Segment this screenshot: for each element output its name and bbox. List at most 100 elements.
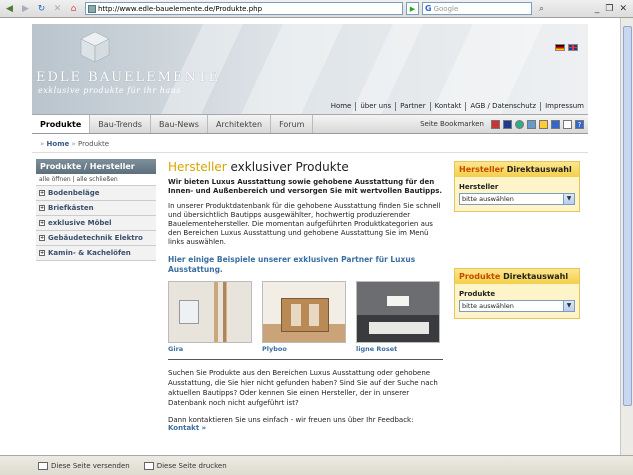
partner-image[interactable] <box>356 281 440 343</box>
breadcrumb-home[interactable]: Home <box>47 140 70 148</box>
help-icon[interactable]: ? <box>575 119 584 129</box>
plus-icon: + <box>39 190 45 196</box>
sidebar-title: Produkte / Hersteller <box>36 159 156 174</box>
partner-image[interactable] <box>168 281 252 343</box>
sidebar-item-moebel[interactable]: + exklusive Möbel <box>36 216 156 231</box>
produkte-select-value: bitte auswählen <box>462 302 514 310</box>
scroll-thumb[interactable] <box>623 26 632 406</box>
tab-bau-news[interactable]: Bau-News <box>151 115 208 133</box>
lead-text: Wir bieten Luxus Ausstattung sowie gehob… <box>168 178 443 195</box>
produkte-box-title: Produkte Direktauswahl <box>455 269 579 284</box>
sidebar: Produkte / Hersteller alle öffnen | alle… <box>36 159 156 261</box>
produkte-label: Produkte <box>459 290 496 298</box>
topnav-partner[interactable]: Partner <box>395 102 429 111</box>
sidebar-item-label: Bodenbeläge <box>48 189 100 197</box>
topnav-ueber-uns[interactable]: über uns <box>355 102 395 111</box>
bookmarks-label: Seite Bookmarken <box>420 120 484 128</box>
bookmark-oneview-icon[interactable] <box>539 119 548 129</box>
contact-text: Dann kontaktieren Sie uns einfach - wir … <box>168 416 414 424</box>
home-icon[interactable]: ⌂ <box>67 2 80 15</box>
bookmark-yigg-icon[interactable] <box>527 119 536 129</box>
topnav-home[interactable]: Home <box>327 102 356 111</box>
partner-thumbs: Gira Plyboo ligne Roset <box>168 281 443 353</box>
sidebar-item-bodenbelaege[interactable]: + Bodenbeläge <box>36 186 156 201</box>
forward-icon[interactable]: ▶ <box>19 2 32 15</box>
search-icon[interactable]: ⌕ <box>535 2 548 15</box>
tab-bau-trends[interactable]: Bau-Trends <box>90 115 151 133</box>
tab-produkte[interactable]: Produkte <box>32 115 91 133</box>
hersteller-box: Hersteller Direktauswahl Hersteller bitt… <box>454 161 580 212</box>
contact-link[interactable]: Kontakt » <box>168 424 206 432</box>
sidebar-item-kamin[interactable]: + Kamin- & Kachelöfen <box>36 246 156 261</box>
reload-icon[interactable]: ↻ <box>35 2 48 15</box>
send-page-label: Diese Seite versenden <box>51 461 130 470</box>
breadcrumb-arrow-icon: » <box>40 140 45 148</box>
back-icon[interactable]: ◀ <box>3 2 16 15</box>
sidebar-item-label: exklusive Möbel <box>48 219 112 227</box>
de-flag-icon[interactable] <box>555 44 565 51</box>
hersteller-label: Hersteller <box>459 183 499 191</box>
produkte-box: Produkte Direktauswahl Produkte bitte au… <box>454 268 580 319</box>
chevron-down-icon[interactable]: ▼ <box>563 194 574 204</box>
bookmark-google-icon[interactable] <box>563 119 572 129</box>
topnav-impressum[interactable]: Impressum <box>540 102 588 111</box>
search-input[interactable]: G Google <box>422 2 532 15</box>
partner-caption[interactable]: Plyboo <box>262 345 346 353</box>
bookmark-webnews-icon[interactable] <box>515 119 524 129</box>
logo-name[interactable]: EDLE BAUELEMENTE <box>36 70 220 85</box>
bookmarks: Seite Bookmarken ? <box>420 115 588 133</box>
top-nav: Home über uns Partner Kontakt AGB / Date… <box>327 102 588 111</box>
produkte-select[interactable]: bitte auswählen ▼ <box>459 300 575 312</box>
search-hint-text: Suchen Sie Produkte aus den Bereichen Lu… <box>168 369 438 407</box>
plus-icon: + <box>39 205 45 211</box>
language-flags <box>555 44 578 51</box>
close-icon[interactable]: ✕ <box>619 4 627 14</box>
minimize-icon[interactable]: _ <box>595 4 600 14</box>
topnav-kontakt[interactable]: Kontakt <box>429 102 466 111</box>
main-nav: Produkte Bau-Trends Bau-News Architekten… <box>32 114 588 134</box>
google-logo-icon: G <box>425 4 432 13</box>
content-divider <box>168 359 443 360</box>
site-header: EDLE BAUELEMENTE exklusive produkte für … <box>32 24 588 114</box>
page-viewport: EDLE BAUELEMENTE exklusive produkte für … <box>0 18 620 455</box>
send-page-action[interactable]: Diese Seite versenden <box>38 461 130 470</box>
sidebar-toggle[interactable]: alle öffnen | alle schließen <box>36 174 156 186</box>
print-page-action[interactable]: Diese Seite drucken <box>143 461 227 470</box>
breadcrumb-arrow-icon: » <box>71 140 76 148</box>
partner-plyboo[interactable]: Plyboo <box>262 281 346 353</box>
partners-heading: Hier einige Beispiele unserer exklusiven… <box>168 255 416 274</box>
partner-gira[interactable]: Gira <box>168 281 252 353</box>
bookmark-delicious-icon[interactable] <box>551 119 560 129</box>
logo-slogan: exklusive produkte für ihr haus <box>38 86 181 95</box>
chevron-down-icon[interactable]: ▼ <box>563 301 574 311</box>
envelope-icon <box>38 461 48 470</box>
plus-icon: + <box>39 250 45 256</box>
partner-caption[interactable]: Gira <box>168 345 252 353</box>
bookmark-uk-icon[interactable] <box>503 119 512 129</box>
hersteller-select[interactable]: bitte auswählen ▼ <box>459 193 575 205</box>
site-container: EDLE BAUELEMENTE exklusive produkte für … <box>32 24 588 153</box>
partner-ligne-roset[interactable]: ligne Roset <box>356 281 440 353</box>
sidebar-item-briefkaesten[interactable]: + Briefkästen <box>36 201 156 216</box>
printer-icon <box>143 461 154 470</box>
partner-image[interactable] <box>262 281 346 343</box>
restore-icon[interactable]: ❐ <box>605 4 613 14</box>
search-placeholder: Google <box>433 4 459 13</box>
address-bar[interactable]: http://www.edle-bauelemente.de/Produkte.… <box>85 2 403 15</box>
sidebar-item-gebaeudetechnik[interactable]: + Gebäudetechnik Elektro <box>36 231 156 246</box>
uk-flag-icon[interactable] <box>568 44 578 51</box>
topnav-agb[interactable]: AGB / Datenschutz <box>465 102 540 111</box>
contact-line: Dann kontaktieren Sie uns einfach - wir … <box>168 416 443 432</box>
bookmark-mrwong-icon[interactable] <box>491 119 500 129</box>
tab-architekten[interactable]: Architekten <box>208 115 272 133</box>
partner-caption[interactable]: ligne Roset <box>356 345 440 353</box>
stop-icon[interactable]: ✕ <box>51 2 64 15</box>
breadcrumb: » Home » Produkte <box>32 134 588 153</box>
sidebar-item-label: Gebäudetechnik Elektro <box>48 234 143 242</box>
vertical-scrollbar[interactable] <box>620 18 633 455</box>
tab-forum[interactable]: Forum <box>271 115 314 133</box>
print-page-label: Diese Seite drucken <box>156 461 227 470</box>
address-text: http://www.edle-bauelemente.de/Produkte.… <box>98 4 263 13</box>
sidebar-item-label: Kamin- & Kachelöfen <box>48 249 131 257</box>
go-button[interactable]: ▶ <box>406 2 419 15</box>
